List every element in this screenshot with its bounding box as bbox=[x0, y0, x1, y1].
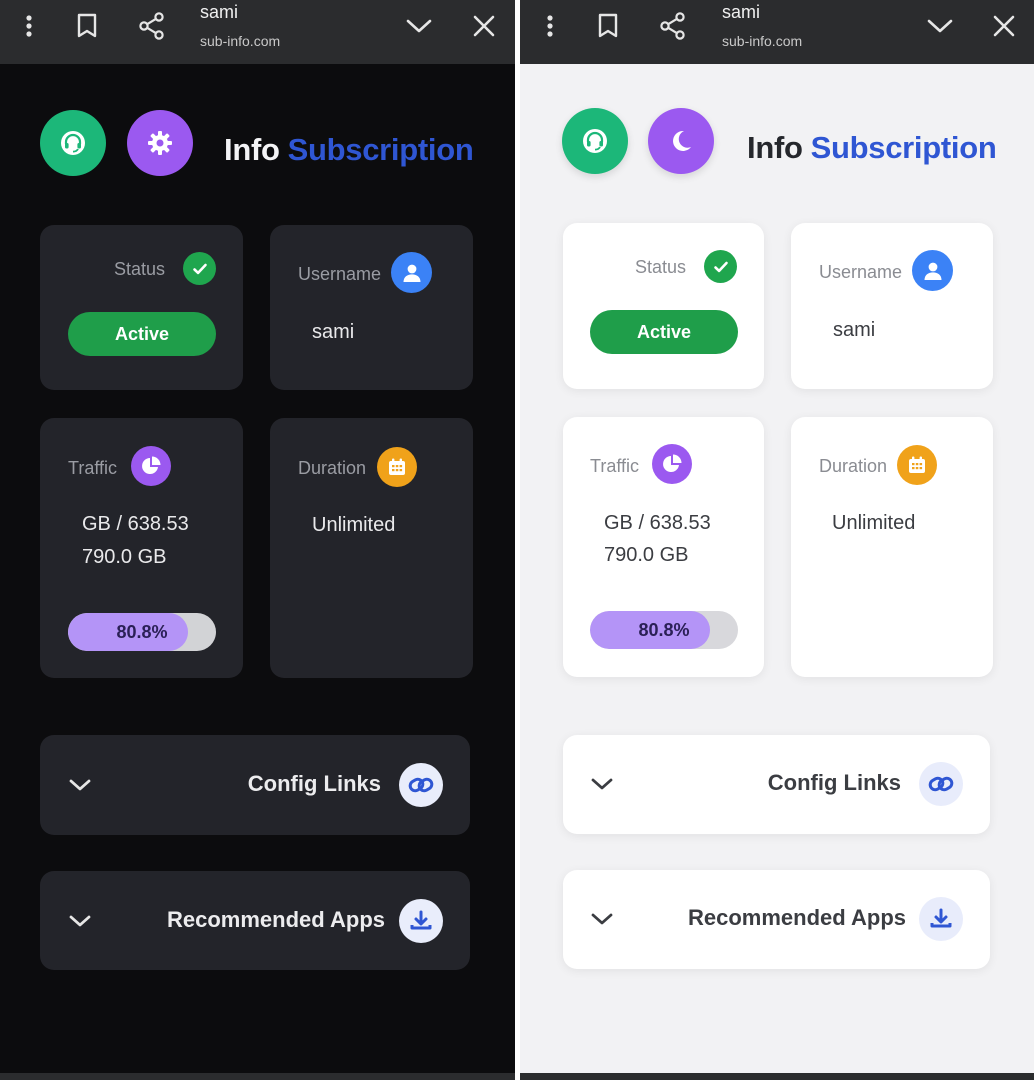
close-icon[interactable] bbox=[468, 10, 500, 42]
status-label: Status bbox=[635, 257, 687, 277]
dark-theme-screen: sami sub-info.com Info Subscription Statu… bbox=[0, 0, 515, 1080]
status-label: Status bbox=[114, 259, 166, 279]
recommended-apps-accordion[interactable]: Recommended Apps bbox=[563, 870, 990, 969]
status-badge: Active bbox=[68, 312, 216, 356]
pie-chart-icon bbox=[131, 446, 171, 486]
check-circle-icon bbox=[183, 252, 216, 285]
close-icon[interactable] bbox=[988, 10, 1020, 42]
pie-chart-icon bbox=[652, 444, 692, 484]
username-card: Username sami bbox=[791, 223, 993, 389]
page-tab-title: sami bbox=[200, 2, 239, 22]
user-icon bbox=[912, 250, 953, 291]
traffic-progress-label: 80.8% bbox=[116, 621, 168, 642]
headset-icon bbox=[61, 131, 85, 155]
page-title-subscription: Subscription bbox=[810, 130, 997, 165]
duration-label: Duration bbox=[298, 458, 367, 478]
share-icon[interactable] bbox=[657, 10, 689, 42]
calendar-icon bbox=[377, 447, 417, 487]
chevron-down-icon[interactable] bbox=[924, 10, 956, 42]
support-button[interactable] bbox=[40, 110, 106, 176]
traffic-card: Traffic GB / 638.53 790.0 GB 80.8% bbox=[40, 418, 243, 678]
traffic-progress-label: 80.8% bbox=[638, 619, 690, 640]
page-title: Info Subscription bbox=[747, 130, 997, 166]
config-links-title: Config Links bbox=[767, 770, 901, 795]
screenshot-canvas: sami sub-info.com Info Subscription Statu… bbox=[0, 0, 1036, 1080]
duration-card: Duration Unlimited bbox=[791, 417, 993, 677]
status-badge: Active bbox=[590, 310, 738, 354]
recommended-apps-accordion[interactable]: Recommended Apps bbox=[40, 871, 470, 970]
more-vert-icon[interactable] bbox=[534, 10, 566, 42]
username-value: sami bbox=[833, 319, 876, 341]
chevron-down-icon[interactable] bbox=[589, 906, 615, 932]
moon-icon bbox=[673, 130, 691, 151]
traffic-total: 790.0 GB bbox=[82, 546, 167, 568]
download-icon bbox=[399, 899, 443, 943]
user-icon bbox=[391, 252, 432, 293]
settings-button[interactable] bbox=[127, 110, 193, 176]
page-title: Info Subscription bbox=[224, 132, 474, 168]
traffic-label: Traffic bbox=[590, 456, 640, 476]
traffic-progress-bar: 80.8% bbox=[68, 613, 216, 651]
traffic-used: GB / 638.53 bbox=[604, 512, 711, 534]
download-icon bbox=[919, 897, 963, 941]
check-circle-icon bbox=[704, 250, 737, 283]
username-card: Username sami bbox=[270, 225, 473, 390]
bookmark-icon[interactable] bbox=[71, 10, 103, 42]
calendar-icon bbox=[897, 445, 937, 485]
duration-value: Unlimited bbox=[832, 512, 916, 534]
traffic-total: 790.0 GB bbox=[604, 544, 689, 566]
traffic-card: Traffic GB / 638.53 790.0 GB 80.8% bbox=[563, 417, 764, 677]
page-title-info: Info bbox=[224, 132, 280, 167]
dark-mode-toggle[interactable] bbox=[648, 108, 714, 174]
username-label: Username bbox=[298, 264, 382, 284]
bottom-bar bbox=[520, 1073, 1034, 1080]
page-tab-title: sami bbox=[722, 2, 761, 22]
page-url[interactable]: sub-info.com bbox=[722, 33, 802, 49]
link-icon bbox=[919, 762, 963, 806]
light-theme-screen: sami sub-info.com Info Subscription Statu… bbox=[520, 0, 1034, 1080]
bottom-bar bbox=[0, 1073, 515, 1080]
duration-card: Duration Unlimited bbox=[270, 418, 473, 678]
config-links-accordion[interactable]: Config Links bbox=[40, 735, 470, 835]
browser-toolbar: sami sub-info.com bbox=[0, 0, 515, 64]
status-card: Status Active bbox=[563, 223, 764, 389]
chevron-down-icon[interactable] bbox=[67, 908, 93, 934]
username-value: sami bbox=[312, 321, 355, 343]
support-button[interactable] bbox=[562, 108, 628, 174]
traffic-label: Traffic bbox=[68, 458, 118, 478]
username-label: Username bbox=[819, 262, 903, 282]
headset-icon bbox=[583, 129, 607, 153]
share-icon[interactable] bbox=[136, 10, 168, 42]
traffic-progress-bar: 80.8% bbox=[590, 611, 738, 649]
chevron-down-icon[interactable] bbox=[67, 772, 93, 798]
recommended-apps-title: Recommended Apps bbox=[166, 907, 385, 932]
status-card: Status Active bbox=[40, 225, 243, 390]
chevron-down-icon[interactable] bbox=[589, 771, 615, 797]
chevron-down-icon[interactable] bbox=[403, 10, 435, 42]
bookmark-icon[interactable] bbox=[592, 10, 624, 42]
traffic-used: GB / 638.53 bbox=[82, 513, 189, 535]
page-title-subscription: Subscription bbox=[287, 132, 474, 167]
link-icon bbox=[399, 763, 443, 807]
recommended-apps-title: Recommended Apps bbox=[687, 905, 906, 930]
browser-toolbar: sami sub-info.com bbox=[520, 0, 1034, 64]
duration-label: Duration bbox=[819, 456, 888, 476]
page-title-info: Info bbox=[747, 130, 803, 165]
duration-value: Unlimited bbox=[312, 514, 396, 536]
page-url[interactable]: sub-info.com bbox=[200, 33, 280, 49]
more-vert-icon[interactable] bbox=[13, 10, 45, 42]
config-links-title: Config Links bbox=[247, 771, 381, 796]
gear-icon bbox=[148, 131, 172, 155]
config-links-accordion[interactable]: Config Links bbox=[563, 735, 990, 834]
